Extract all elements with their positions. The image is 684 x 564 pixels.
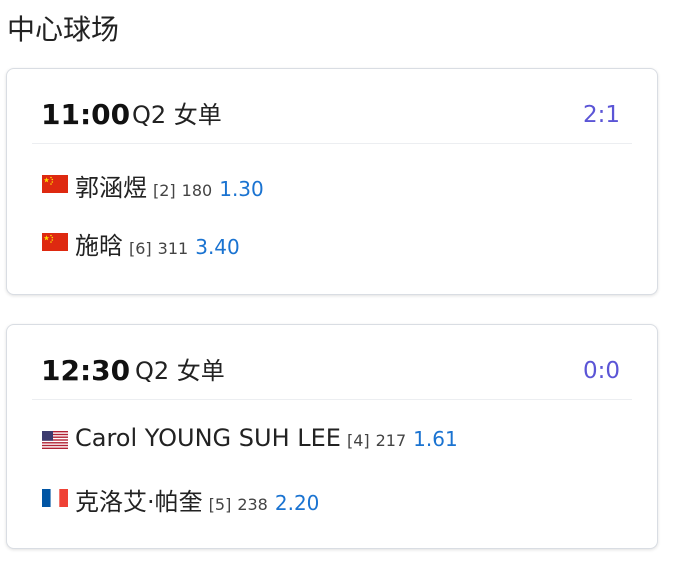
player-rank: 238: [237, 495, 268, 514]
match-card[interactable]: 12:30 Q2 女单 0:0 Carol YOUNG SUH LEE [4] …: [6, 324, 658, 549]
match-score: 0:0: [582, 358, 620, 384]
player-seed: [4]: [346, 431, 370, 450]
player-name: 施晗: [75, 232, 123, 260]
player-seed: [5]: [208, 495, 232, 514]
player-odds[interactable]: 3.40: [195, 235, 240, 259]
player-odds[interactable]: 1.30: [219, 177, 264, 201]
china-flag-icon: [42, 175, 68, 193]
player-row[interactable]: 郭涵煜 [2] 180 1.30: [42, 168, 264, 202]
match-time: 12:30: [41, 354, 131, 387]
player-odds[interactable]: 1.61: [413, 427, 458, 451]
player-seed: [6]: [129, 239, 152, 258]
france-flag-icon: [42, 489, 68, 507]
page-title: 中心球场: [7, 13, 120, 46]
player-rank: 217: [375, 431, 407, 450]
player-row[interactable]: 克洛艾·帕奎 [5] 238 2.20: [42, 482, 320, 516]
player-rank: 311: [157, 239, 189, 258]
player-rank: 180: [181, 181, 213, 200]
player-name: 克洛艾·帕奎: [75, 488, 203, 516]
match-score: 2:1: [582, 102, 620, 128]
usa-flag-icon: [42, 431, 68, 449]
player-row[interactable]: Carol YOUNG SUH LEE [4] 217 1.61: [42, 424, 458, 456]
match-header: 11:00 Q2 女单 2:1: [32, 69, 632, 144]
match-round: Q2 女单: [132, 101, 222, 129]
match-time: 11:00: [41, 98, 131, 131]
player-row[interactable]: 施晗 [6] 311 3.40: [42, 226, 240, 260]
player-name: Carol YOUNG SUH LEE: [75, 424, 341, 452]
match-header: 12:30 Q2 女单 0:0: [32, 325, 632, 400]
match-round: Q2 女单: [135, 357, 225, 385]
china-flag-icon: [42, 233, 68, 251]
player-odds[interactable]: 2.20: [275, 491, 320, 515]
match-card[interactable]: 11:00 Q2 女单 2:1 郭涵煜 [2] 180 1.30 施晗 [6] …: [6, 68, 658, 295]
player-name: 郭涵煜: [75, 174, 147, 202]
player-seed: [2]: [153, 181, 176, 200]
